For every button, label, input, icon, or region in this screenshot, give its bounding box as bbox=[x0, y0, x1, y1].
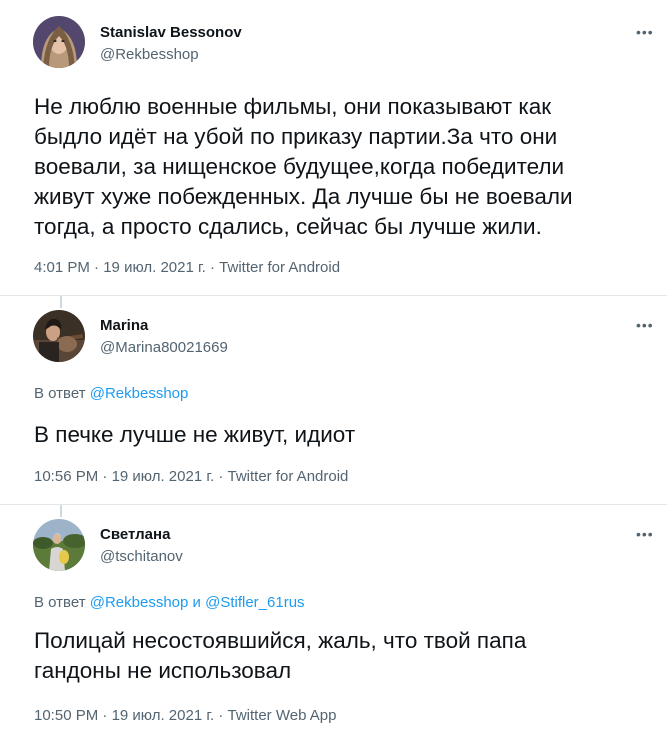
author-handle[interactable]: @tschitanov bbox=[100, 548, 183, 565]
tweet-meta: 10:56 PM · 19 июл. 2021 г. · Twitter for… bbox=[34, 468, 348, 485]
author-name[interactable]: Stanislav Bessonov bbox=[100, 24, 242, 41]
meta-separator: · bbox=[102, 707, 108, 724]
more-options-icon[interactable]: ••• bbox=[636, 526, 654, 542]
mention-link[interactable]: @Rekbesshop bbox=[90, 594, 189, 611]
tweet-text-line: гандоны не использовал bbox=[34, 658, 292, 683]
avatar[interactable] bbox=[33, 16, 85, 68]
tweet-meta: 10:50 PM · 19 июл. 2021 г. · Twitter Web… bbox=[34, 707, 336, 724]
tweet-meta: 4:01 PM · 19 июл. 2021 г. · Twitter for … bbox=[34, 259, 340, 276]
reply-to-prefix: В ответ bbox=[34, 594, 86, 611]
tweet-date[interactable]: 19 июл. 2021 г. bbox=[103, 259, 206, 276]
tweet-time[interactable]: 4:01 PM bbox=[34, 259, 90, 276]
tweet-text-line: В печке лучше не живут, идиот bbox=[34, 422, 356, 447]
author-name[interactable]: Светлана bbox=[100, 526, 170, 543]
mention-link[interactable]: @Rekbesshop bbox=[90, 385, 189, 402]
tweet-text-line: быдло идёт на убой по приказу партии.За … bbox=[34, 124, 558, 149]
tweet-client[interactable]: Twitter for Android bbox=[219, 259, 340, 276]
tweet-text-line: воевали, за нищенское будущее,когда побе… bbox=[34, 154, 565, 179]
tweet-time[interactable]: 10:50 PM bbox=[34, 707, 98, 724]
tweet-date[interactable]: 19 июл. 2021 г. bbox=[112, 468, 215, 485]
tweet-client[interactable]: Twitter Web App bbox=[228, 707, 337, 724]
tweet-time[interactable]: 10:56 PM bbox=[34, 468, 98, 485]
tweet-text: Не люблю военные фильмы, они показывают … bbox=[34, 92, 573, 242]
meta-separator: · bbox=[218, 468, 224, 485]
reply-to: В ответ @Rekbesshop и @Stifler_61rus bbox=[34, 594, 305, 611]
reply-to-conjunction: и bbox=[192, 594, 201, 611]
tweet-client[interactable]: Twitter for Android bbox=[228, 468, 349, 485]
meta-separator: · bbox=[218, 707, 224, 724]
tweet-text: В печке лучше не живут, идиот bbox=[34, 420, 355, 450]
tweet-text-line: живут хуже побежденных. Да лучше бы не в… bbox=[34, 184, 573, 209]
tweet-text-line: Полицай несостоявшийся, жаль, что твой п… bbox=[34, 628, 527, 653]
tweet-date[interactable]: 19 июл. 2021 г. bbox=[112, 707, 215, 724]
avatar[interactable] bbox=[33, 310, 85, 362]
meta-separator: · bbox=[102, 468, 108, 485]
avatar[interactable] bbox=[33, 519, 85, 571]
tweet-text-line: тогда, а просто сдались, сейчас бы лучше… bbox=[34, 214, 542, 239]
reply-to: В ответ @Rekbesshop bbox=[34, 385, 188, 402]
tweet-stanislav[interactable]: Stanislav Bessonov @Rekbesshop ••• Не лю… bbox=[0, 0, 667, 296]
author-name[interactable]: Marina bbox=[100, 317, 148, 334]
reply-to-prefix: В ответ bbox=[34, 385, 86, 402]
author-handle[interactable]: @Marina80021669 bbox=[100, 339, 228, 356]
meta-separator: · bbox=[209, 259, 215, 276]
tweet-text-line: Не люблю военные фильмы, они показывают … bbox=[34, 94, 552, 119]
tweet-marina[interactable]: Marina @Marina80021669 ••• В ответ @Rekb… bbox=[0, 296, 667, 505]
author-handle[interactable]: @Rekbesshop bbox=[100, 46, 199, 63]
tweet-text: Полицай несостоявшийся, жаль, что твой п… bbox=[34, 626, 526, 686]
mention-link[interactable]: @Stifler_61rus bbox=[205, 594, 304, 611]
meta-separator: · bbox=[94, 259, 100, 276]
tweet-svetlana[interactable]: Светлана @tschitanov ••• В ответ @Rekbes… bbox=[0, 505, 667, 740]
more-options-icon[interactable]: ••• bbox=[636, 317, 654, 333]
more-options-icon[interactable]: ••• bbox=[636, 24, 654, 40]
